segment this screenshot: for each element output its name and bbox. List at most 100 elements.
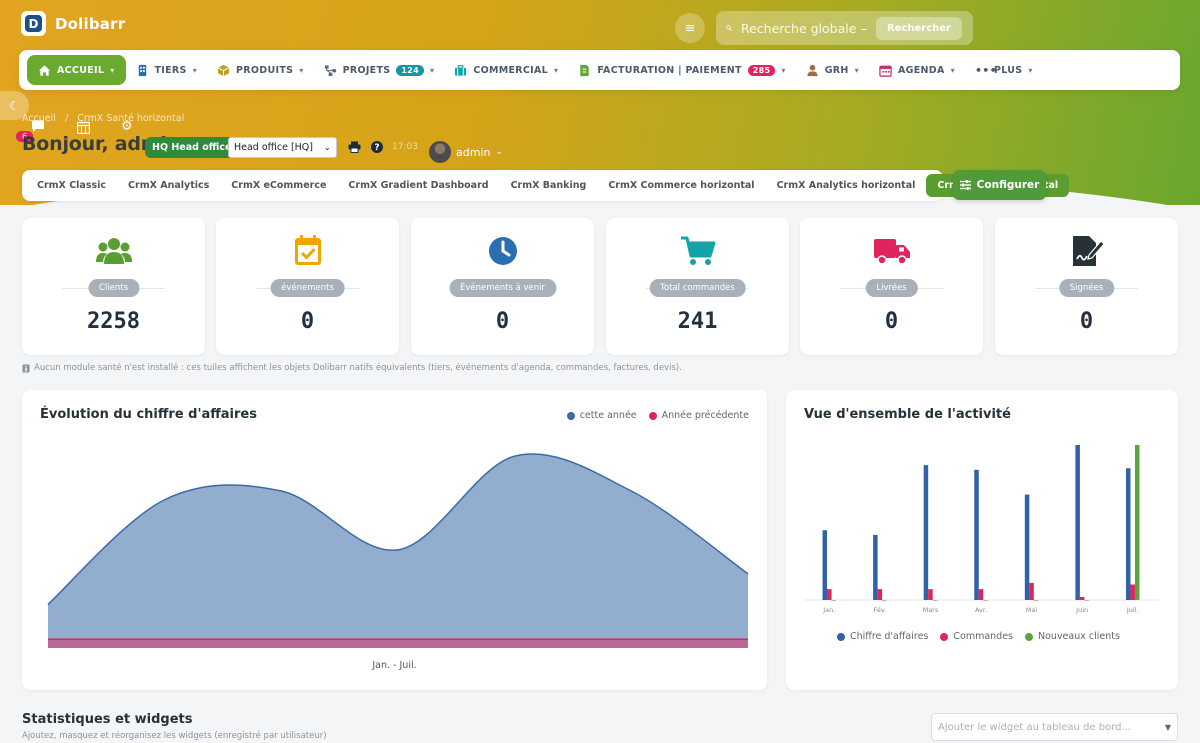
bar-nouveaux-clients-5 [1084,600,1089,601]
tile-value: 0 [495,309,510,334]
tile-label: Total commandes [649,279,746,297]
breadcrumb-home[interactable]: Accueil [22,113,56,124]
bar-x-tick-label: Avr. [975,606,987,614]
brand[interactable]: D Dolibarr [21,11,125,36]
cube-icon [217,64,230,76]
suitcase-icon [455,64,467,76]
print-icon[interactable] [348,141,361,156]
bar-nouveaux-clients-1 [882,600,887,601]
chevron-down-icon: ▾ [1028,65,1033,75]
chevron-down-icon: ⌄ [495,147,504,157]
chevron-down-icon: ▼ [1164,722,1171,732]
tile-label: Événements à venir [448,279,557,297]
activity-bar-chart: Jan. Fév. Mars Avr. Mai Juin Juil. [804,445,1158,614]
help-icon[interactable]: ? [371,141,383,156]
nav-tiers[interactable]: TIERS ▾ [126,55,208,85]
nav-facturation[interactable]: FACTURATION | PAIEMENT 285 ▾ [568,55,795,85]
bar-commandes-3 [978,589,984,600]
tile-livrees[interactable]: Livrées 0 [800,218,983,355]
bar-x-tick-label: Fév. [873,606,886,614]
tile-label: Clients [87,279,140,297]
bar-chiffre-d-affaires-1 [873,534,878,600]
building-icon [138,64,146,76]
clock-time: 17:03 [392,142,418,152]
svg-text:?: ? [374,143,379,153]
legend-item[interactable]: Nouveaux clients [1025,631,1120,642]
bar-commandes-5 [1079,596,1085,600]
facturation-count-badge: 285 [747,64,776,76]
legend-swatch [1025,632,1033,641]
tab-crmx-gradient-dashboard[interactable]: CrmX Gradient Dashboard [337,174,499,197]
signature-icon [1072,236,1105,266]
nav-produits[interactable]: PRODUITS ▾ [207,55,314,85]
projets-count-badge: 124 [396,64,424,76]
tile-total-commandes[interactable]: Total commandes 241 [606,218,789,355]
configure-button[interactable]: Configurer [953,170,1046,200]
chevron-down-icon: ▾ [192,65,198,75]
area-series-fill-1 [48,639,748,648]
user-menu[interactable]: admin ⌄ [429,141,503,163]
tile-label: Livrées [865,279,918,297]
search-button[interactable]: Rechercher [875,16,962,40]
bar-nouveaux-clients-2 [932,600,938,601]
tab-crmx-banking[interactable]: CrmX Banking [500,174,598,197]
tab-crmx-classic[interactable]: CrmX Classic [26,174,117,197]
nav-commercial[interactable]: COMMERCIAL ▾ [444,55,568,85]
bar-nouveaux-clients-0 [831,600,837,601]
tile-clients[interactable]: Clients 2258 [22,218,205,355]
tile-value: 0 [300,309,315,334]
nav-grh[interactable]: GRH ▾ [796,55,869,85]
info-icon [22,364,30,372]
tile-evenements[interactable]: événements 0 [216,218,399,355]
more-icon: ••• [974,63,997,77]
widgets-section-title: Statistiques et widgets [22,712,193,727]
tab-crmx-ecommerce[interactable]: CrmX eCommerce [220,174,337,197]
tile-label: événements [270,279,345,297]
home-icon [38,64,51,76]
legend-item[interactable]: Chiffre d'affaires [837,631,928,642]
bar-chiffre-d-affaires-2 [923,465,929,600]
add-widget-select[interactable]: Ajouter le widget au tableau de bord... … [931,713,1178,741]
chevron-down-icon: ⌄ [323,142,331,153]
nav-projets[interactable]: PROJETS 124 ▾ [314,55,445,85]
tab-crmx-analytics[interactable]: CrmX Analytics [117,174,220,197]
tile-value: 241 [677,309,718,334]
activity-chart-legend: Chiffre d'affaires Commandes Nouveaux cl… [837,631,1120,642]
sliders-icon [959,180,971,190]
bar-x-tick-label: Jan. [822,606,835,614]
kpi-tiles: Clients 2258 événements 0 Événements à v… [22,218,1178,355]
clock-icon [488,237,517,265]
nav-agenda[interactable]: AGENDA ▾ [869,55,965,85]
search-icon [726,25,732,31]
bar-x-tick-label: Mars [923,606,939,614]
bar-commandes-4 [1029,582,1034,600]
tab-crmx-commerce-horizontal[interactable]: CrmX Commerce horizontal [597,174,765,197]
main-navigation: ACCUEIL ▾ TIERS ▾ PRODUITS ▾ PROJETS 124 ▾ C… [19,50,1180,90]
bar-chiffre-d-affaires-5 [1075,445,1080,600]
bar-commandes-0 [827,589,832,600]
tile-signees[interactable]: Signées 0 [995,218,1178,355]
tile-evenements-a-venir[interactable]: Événements à venir 0 [411,218,594,355]
area-series-fill-0 [48,453,748,648]
legend-swatch [837,632,845,641]
bar-chiffre-d-affaires-4 [1024,494,1030,600]
bar-x-tick-label: Mai [1026,606,1038,614]
nav-accueil[interactable]: ACCUEIL ▾ [27,55,126,85]
revenue-area-chart [47,453,749,648]
chevron-down-icon: ▾ [781,65,786,75]
legend-item[interactable]: Commandes [940,631,1013,642]
entity-select[interactable]: Head office [HQ] ⌄ [228,137,337,158]
activity-chart-card: Vue d'ensemble de l'activité Jan. Fév. Mar… [786,390,1178,690]
revenue-chart-card: Évolution du chiffre d'affaires cette an… [22,390,767,690]
tab-crmx-analytics-horizontal[interactable]: CrmX Analytics horizontal [766,174,927,197]
invoice-icon [580,64,590,76]
breadcrumb: Accueil / CrmX Santé horizontal [22,113,184,124]
chevron-down-icon: ▾ [554,65,559,75]
search-input[interactable] [740,20,867,36]
dashboard-tabs: CrmX Classic CrmX Analytics CrmX eCommer… [22,170,1070,201]
hamburger-menu-icon[interactable]: ≡ [675,13,705,43]
bar-commandes-2 [928,589,933,600]
chevron-down-icon: ▾ [854,65,859,75]
bar-nouveaux-clients-6 [1134,445,1140,600]
nav-plus[interactable]: ••• PLUS ▾ [965,55,1043,85]
